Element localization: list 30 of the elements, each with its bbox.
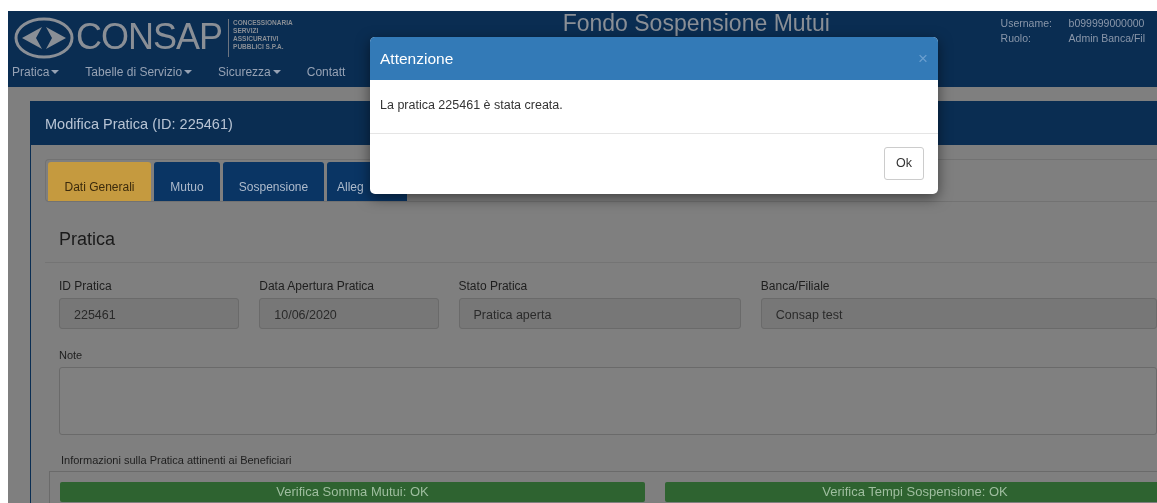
input-field[interactable]: Consap test [760, 298, 1157, 329]
menu-item[interactable]: Pratica [12, 63, 60, 81]
menu-item[interactable]: Contatt [306, 63, 346, 81]
field-label: Data Apertura Pratica [259, 278, 375, 295]
field-label: Stato Pratica [458, 278, 529, 295]
logo-wordmark: CONSAP [76, 19, 223, 55]
menu-item[interactable]: Tabelle di Servizio [85, 63, 193, 81]
status-bar: Verifica Somma Mutui: OK [60, 482, 645, 502]
status-bar: Verifica Tempi Sospensione: OK [665, 482, 1157, 502]
modal-title: Attenzione [380, 48, 454, 69]
user-label: Ruolo: [1000, 31, 1032, 46]
field-label: Note [58, 348, 84, 363]
logo-icon [14, 17, 74, 59]
menu-item[interactable]: Sicurezza [218, 63, 281, 81]
field-label: ID Pratica [59, 278, 113, 295]
modal-message: La pratica 225461 è stata creata. [370, 80, 938, 134]
tab[interactable]: Mutuo [154, 162, 220, 201]
tab[interactable]: Dati Generali [48, 162, 151, 201]
user-value: b099999000000 [1068, 16, 1145, 31]
user-value: Admin Banca/Fil [1068, 31, 1145, 46]
user-label: Username: [1000, 16, 1053, 31]
field-label: Banca/Filiale [760, 278, 831, 295]
section-label: Informazioni sulla Pratica attinenti ai Beneficiari [60, 452, 293, 468]
input-field[interactable]: Pratica aperta [458, 298, 741, 329]
section-title: Pratica [45, 202, 1157, 263]
ok-button[interactable]: Ok [884, 147, 924, 181]
app-title: Fondo Sospensione Mutui [562, 11, 830, 36]
input-field[interactable]: 10/06/2020 [259, 298, 439, 329]
input-field[interactable]: 225461 [59, 298, 240, 329]
tab[interactable]: Sospensione [223, 162, 324, 201]
